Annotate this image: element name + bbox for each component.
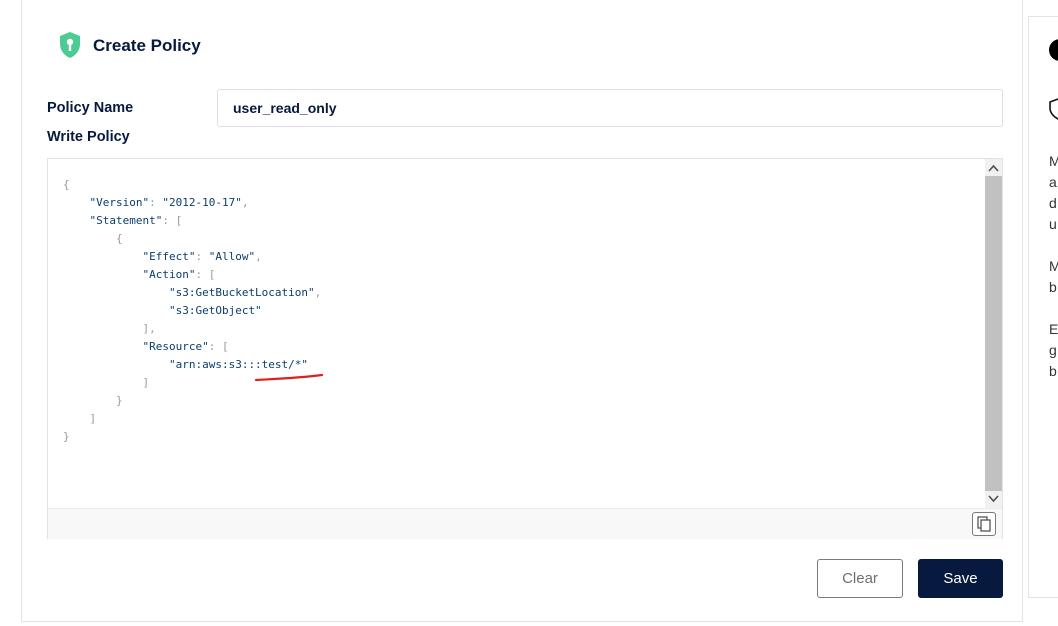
clear-button[interactable]: Clear — [817, 559, 903, 598]
code-line: "Action": [ — [142, 268, 216, 281]
code-line: } — [63, 394, 123, 407]
help-text-line: u — [1049, 216, 1057, 232]
code-line: "arn:aws:s3:::test/*" — [168, 358, 309, 371]
scroll-up-icon[interactable] — [988, 164, 999, 172]
help-text-line: g — [1049, 342, 1057, 358]
help-text-line: E — [1049, 321, 1058, 337]
red-underline-annotation — [254, 373, 324, 382]
shield-icon — [1049, 98, 1058, 120]
help-text-line: a — [1049, 174, 1057, 190]
policy-name-input[interactable] — [217, 89, 1003, 127]
copy-icon — [977, 516, 991, 532]
code-line: "Effect": "Allow", — [142, 250, 262, 263]
code-line: "Resource": [ — [142, 340, 229, 353]
editor-footer — [48, 508, 1002, 539]
help-text-line: b — [1049, 363, 1057, 379]
shield-key-icon — [60, 32, 80, 58]
code-line: "Statement": [ — [89, 214, 183, 227]
scroll-down-icon[interactable] — [988, 495, 999, 503]
page-title: Create Policy — [93, 36, 201, 55]
code-line: ] — [63, 412, 97, 425]
save-button[interactable]: Save — [918, 559, 1003, 598]
help-side-panel: MaduMbEgb — [1028, 16, 1058, 598]
policy-code-editor[interactable]: { "Version": "2012-10-17", "Statement": … — [47, 158, 1003, 539]
code-line: ], — [63, 322, 156, 335]
info-icon — [1049, 39, 1058, 61]
code-line: { — [63, 232, 123, 245]
help-text-line: d — [1049, 195, 1057, 211]
scrollbar-thumb[interactable] — [985, 176, 1002, 491]
policy-name-label: Policy Name — [47, 100, 134, 116]
vertical-scrollbar[interactable] — [985, 159, 1002, 508]
code-line: "s3:GetObject" — [168, 304, 262, 317]
help-text-line: M — [1049, 256, 1058, 277]
help-text-line: M — [1049, 151, 1058, 172]
help-text-line: b — [1049, 279, 1057, 295]
policy-code[interactable]: { "Version": "2012-10-17", "Statement": … — [63, 176, 321, 446]
code-line: } — [63, 430, 70, 443]
code-line: "s3:GetBucketLocation", — [168, 286, 322, 299]
write-policy-label: Write Policy — [47, 129, 130, 145]
code-line: { — [63, 178, 70, 191]
copy-button[interactable] — [972, 512, 996, 536]
code-line: "Version": "2012-10-17", — [89, 196, 249, 209]
